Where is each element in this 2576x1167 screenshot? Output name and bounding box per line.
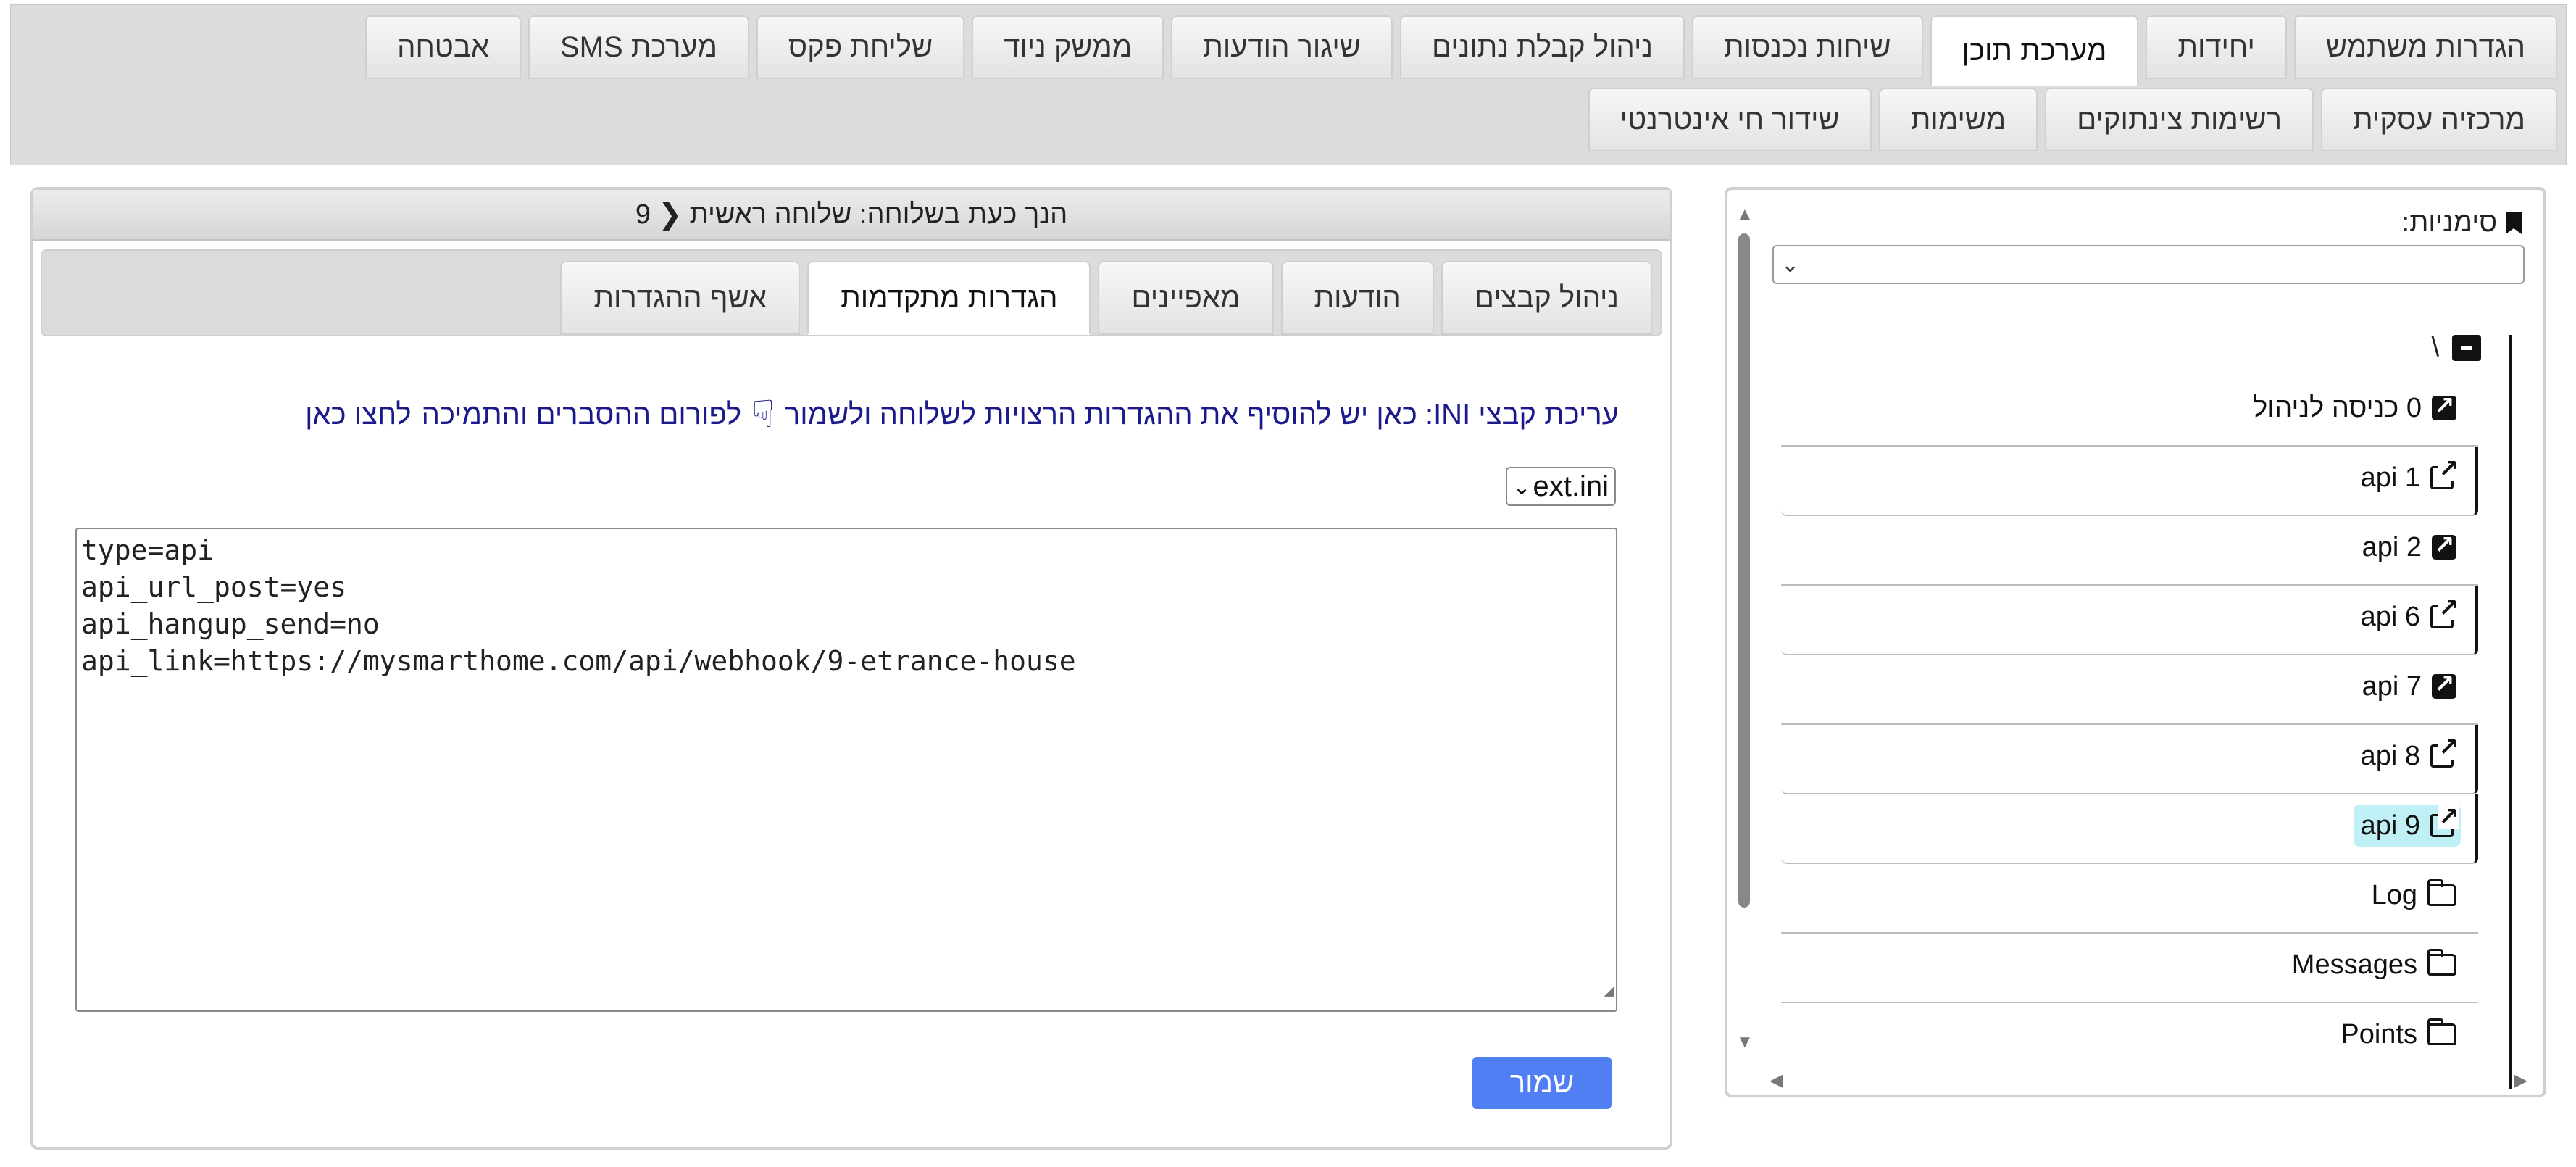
shortcut-solid-icon [2432, 670, 2456, 699]
tab-data-management[interactable]: ניהול קבלת נתונים [1400, 15, 1685, 79]
tab-security[interactable]: אבטחה [365, 15, 521, 79]
tree-item-points[interactable]: Points [1781, 1003, 2478, 1073]
tree-item-api-6[interactable]: api 6 [1781, 586, 2478, 655]
external-link-icon [2430, 457, 2459, 489]
editor-line: api_link=https://mysmarthome.com/api/web… [81, 645, 1076, 677]
horizontal-scrollbar[interactable]: ◀ ▶ [1770, 1070, 2527, 1092]
chevron-left-icon: ❮ [657, 199, 683, 231]
shortcut-solid-icon [2432, 531, 2456, 560]
scroll-up-arrow-icon[interactable]: ▲ [1736, 204, 1754, 225]
main-panel: הנך כעת בשלוחה: שלוחה ראשית ❮ 9 ניהול קב… [30, 187, 1672, 1150]
tree-item-api-8[interactable]: api 8 [1781, 725, 2478, 794]
tree-item-label: api 9 [2360, 810, 2420, 841]
archive-icon [2452, 334, 2481, 361]
tree-item-label: 0 כניסה לניהול [2253, 392, 2422, 423]
save-button[interactable]: שמור [1472, 1057, 1612, 1109]
tab-incoming-calls[interactable]: שיחות נכנסות [1691, 15, 1923, 79]
tab-content-system[interactable]: מערכת תוכן [1930, 15, 2139, 86]
tab-sms-system[interactable]: מערכת SMS [528, 15, 749, 79]
tree-root[interactable]: \ [2431, 332, 2481, 363]
folder-icon [2427, 949, 2456, 976]
tab-fax[interactable]: שליחת פקס [756, 15, 965, 79]
tab-tasks[interactable]: משימות [1878, 88, 2038, 151]
tree-item-label: api 2 [2362, 531, 2422, 562]
tree-item-api-1[interactable]: api 1 [1781, 447, 2478, 516]
top-nav-row-2: מרכזיה עסקית רשימות צינתוקים משימות שידו… [1588, 88, 2557, 151]
ini-instructions: עריכת קבצי INI: כאן יש להוסיף את ההגדרות… [305, 393, 1619, 436]
tree-item-label: Messages [2291, 949, 2417, 980]
tree-item-label: api 7 [2362, 670, 2422, 702]
bookmarks-label-text: סימניות: [2401, 207, 2497, 238]
extension-tabs: ניהול קבצים הודעות מאפיינים הגדרות מתקדמ… [41, 249, 1662, 336]
tab-live-broadcast[interactable]: שידור חי אינטרנטי [1588, 88, 1872, 151]
tab-advanced-settings[interactable]: הגדרות מתקדמות [807, 261, 1091, 335]
current-extension-header: הנך כעת בשלוחה: שלוחה ראשית ❮ 9 [33, 190, 1670, 241]
ini-editor-textarea[interactable]: type=api api_url_post=yes api_hangup_sen… [75, 528, 1617, 1012]
tab-user-settings[interactable]: הגדרות משתמש [2293, 15, 2557, 79]
editor-line: api_url_post=yes [81, 571, 347, 603]
forum-text: לפורום ההסברים והתמיכה [421, 398, 742, 431]
tab-business-pbx[interactable]: מרכזיה עסקית [2321, 88, 2557, 151]
pointing-hand-icon: ☟ [751, 394, 775, 436]
tab-messages[interactable]: הודעות [1280, 261, 1434, 335]
folder-icon [2427, 879, 2456, 906]
tree-item-label: api 1 [2360, 462, 2420, 493]
editor-line: api_hangup_send=no [81, 608, 380, 640]
tree-item-api-2[interactable]: api 2 [1781, 516, 2478, 586]
tab-ping-lists[interactable]: רשימות צינתוקים [2045, 88, 2314, 151]
tree-root-label: \ [2431, 332, 2439, 362]
chevron-down-icon: ⌄ [1512, 475, 1531, 499]
external-link-icon [2430, 596, 2459, 628]
bookmark-icon [2506, 212, 2522, 234]
tab-message-dispatch[interactable]: שיגור הודעות [1171, 15, 1393, 79]
shortcut-solid-icon [2432, 391, 2456, 420]
scroll-down-arrow-icon[interactable]: ▼ [1736, 1032, 1754, 1052]
external-link-icon [2430, 735, 2459, 768]
tree-item-api-9[interactable]: api 9 [1781, 794, 2478, 864]
top-navigation: הגדרות משתמש יחידות מערכת תוכן שיחות נכנ… [10, 4, 2567, 165]
header-path-text: הנך כעת בשלוחה: שלוחה ראשית [689, 199, 1068, 230]
tree-item-label: Points [2341, 1018, 2417, 1050]
tree-item-label: api 8 [2360, 740, 2420, 771]
ini-instructions-text: עריכת קבצי INI: כאן יש להוסיף את ההגדרות… [784, 398, 1619, 431]
resize-grip-icon[interactable]: ◢ [1604, 972, 1614, 1009]
tree-connector-line [2509, 335, 2512, 1089]
editor-line: type=api [81, 534, 214, 566]
tree-item-label: Log [2371, 879, 2417, 910]
tab-settings-wizard[interactable]: אשף ההגדרות [560, 261, 801, 335]
ini-file-select[interactable]: ⌄ ext.ini [1505, 467, 1616, 506]
tab-properties[interactable]: מאפיינים [1098, 261, 1274, 335]
tree-item-api-7[interactable]: api 7 [1781, 655, 2478, 725]
vertical-scrollbar[interactable]: ▲ ▼ [1736, 204, 1754, 1052]
tree-item-log[interactable]: Log [1781, 864, 2478, 934]
chevron-down-icon: ⌄ [1781, 253, 1800, 277]
bookmarks-label: סימניות: [2402, 207, 2523, 238]
tree-item-0-admin[interactable]: 0 כניסה לניהול [1781, 377, 2478, 447]
scroll-left-arrow-icon[interactable]: ◀ [1770, 1070, 1783, 1091]
scroll-right-arrow-icon[interactable]: ▶ [2514, 1070, 2527, 1091]
top-nav-row-1: הגדרות משתמש יחידות מערכת תוכן שיחות נכנ… [365, 15, 2557, 86]
tab-porting-interface[interactable]: ממשק ניוד [972, 15, 1164, 79]
tree-item-label: api 6 [2360, 601, 2420, 632]
tab-file-management[interactable]: ניהול קבצים [1441, 261, 1652, 335]
sidebar-tree-panel: ▲ ▼ סימניות: ⌄ \ 0 כניסה לניהול api 1 ap… [1725, 187, 2546, 1097]
external-link-icon [2430, 805, 2459, 837]
scrollbar-thumb[interactable] [1738, 233, 1750, 908]
folder-icon [2427, 1018, 2456, 1045]
bookmarks-select[interactable]: ⌄ [1772, 245, 2525, 284]
ini-file-select-value: ext.ini [1533, 470, 1609, 502]
forum-link[interactable]: לחצו כאן [305, 399, 412, 431]
tree-item-messages[interactable]: Messages [1781, 934, 2478, 1003]
tab-units[interactable]: יחידות [2146, 15, 2287, 79]
header-extension-number: 9 [635, 199, 651, 230]
